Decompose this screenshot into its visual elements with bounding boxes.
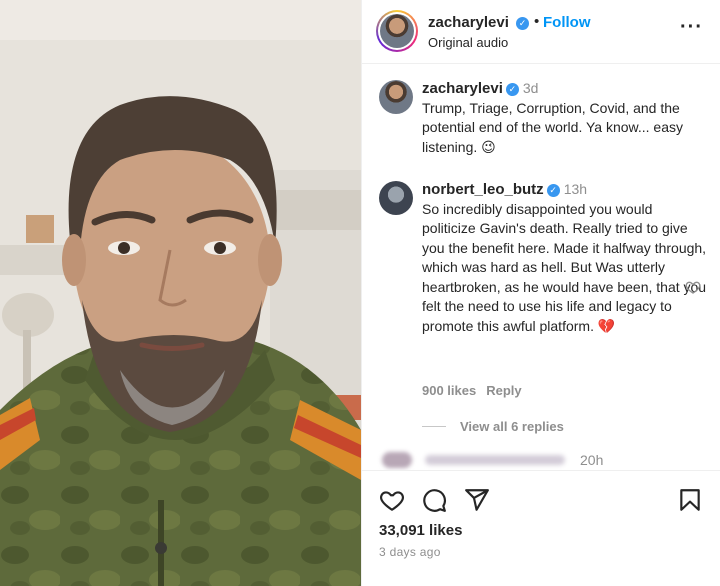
separator-dot: •: [534, 13, 540, 30]
caption-time[interactable]: 3d: [523, 80, 539, 96]
comment-like-heart-icon[interactable]: [685, 279, 701, 295]
post-header: zacharylevi ✓ • Follow Original audio ··…: [362, 0, 720, 64]
verified-badge-icon: ✓: [505, 83, 519, 96]
comment-username[interactable]: norbert_leo_butz: [422, 181, 544, 198]
post-timestamp[interactable]: 3 days ago: [379, 545, 441, 559]
post-actions-bar: 33,091 likes 3 days ago: [362, 470, 720, 586]
audio-label[interactable]: Original audio: [428, 35, 508, 50]
post-details-panel: zacharylevi ✓ • Follow Original audio ··…: [361, 0, 720, 586]
video-frame: [0, 0, 361, 586]
comment-text: So incredibly disappointed you would pol…: [422, 200, 707, 334]
post-likes-count[interactable]: 33,091 likes: [379, 522, 462, 539]
replies-divider: [422, 426, 446, 427]
more-options-icon[interactable]: ···: [680, 16, 703, 39]
blurred-avatar: [382, 452, 412, 468]
comment-likes-count[interactable]: 900 likes: [422, 383, 476, 398]
caption-username[interactable]: zacharylevi: [422, 80, 503, 97]
verified-badge-icon: ✓: [546, 184, 560, 197]
comment-time[interactable]: 13h: [564, 181, 587, 197]
comment-meta: 900 likes Reply: [422, 383, 522, 398]
author-avatar[interactable]: [376, 10, 418, 52]
bookmark-icon[interactable]: [677, 487, 703, 513]
verified-badge-icon: ✓: [516, 17, 529, 30]
author-username[interactable]: zacharylevi: [428, 14, 509, 31]
next-comment-time: 20h: [580, 452, 604, 468]
reply-button[interactable]: Reply: [486, 383, 521, 398]
post-media-video[interactable]: [0, 0, 361, 586]
comment-bubble-icon[interactable]: [421, 487, 447, 513]
blurred-username: [425, 455, 565, 465]
paper-plane-icon[interactable]: [464, 487, 490, 513]
follow-button[interactable]: Follow: [543, 14, 591, 31]
caption-avatar[interactable]: [379, 80, 413, 114]
view-replies-label: View all 6 replies: [460, 419, 564, 434]
caption-text: Trump, Triage, Corruption, Covid, and th…: [422, 99, 683, 155]
view-replies-button[interactable]: View all 6 replies: [422, 419, 564, 434]
comment-avatar[interactable]: [379, 181, 413, 215]
heart-icon[interactable]: [379, 487, 405, 513]
